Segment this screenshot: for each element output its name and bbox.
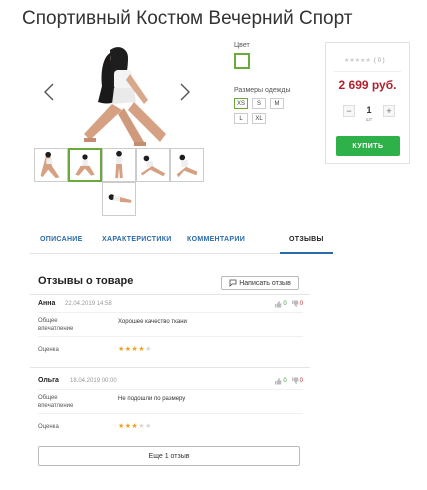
buy-box: ★★★★★( 0 ) 2 699 руб. − 1 шт + КУПИТЬ bbox=[325, 42, 410, 164]
product-options: Цвет Размеры одежды XS S M L XL bbox=[234, 42, 319, 124]
chevron-right-icon bbox=[180, 83, 190, 101]
divider bbox=[30, 294, 310, 295]
more-reviews-button[interactable]: Еще 1 отзыв bbox=[38, 446, 300, 466]
gallery-thumbnail[interactable] bbox=[136, 148, 170, 182]
color-swatch[interactable] bbox=[234, 53, 250, 69]
like-count: 0 bbox=[283, 378, 287, 384]
product-tabs: ОПИСАНИЕ ХАРАКТЕРИСТИКИ КОММЕНТАРИИ ОТЗЫ… bbox=[30, 226, 333, 254]
gallery-next-arrow[interactable] bbox=[178, 82, 192, 102]
active-tab-indicator bbox=[280, 252, 333, 254]
impression-label: Общее впечатление bbox=[38, 395, 74, 409]
rating-label: Оценка bbox=[38, 347, 59, 353]
reviews-title: Отзывы о товаре bbox=[38, 275, 134, 287]
dislike-count: 0 bbox=[299, 378, 303, 384]
chevron-left-icon bbox=[44, 83, 54, 101]
size-option-m[interactable]: M bbox=[270, 98, 284, 109]
write-review-label: Написать отзыв bbox=[239, 279, 291, 287]
gallery-thumbnail[interactable] bbox=[102, 148, 136, 182]
size-option-s[interactable]: S bbox=[252, 98, 266, 109]
review-author: Ольга bbox=[38, 377, 59, 384]
review-votes: 0 0 bbox=[274, 377, 303, 385]
size-option-l[interactable]: L bbox=[234, 113, 248, 124]
quantity-increase-button[interactable]: + bbox=[383, 105, 395, 117]
impression-value: Хорошее качество ткани bbox=[118, 319, 187, 325]
star-filled: ★★★ bbox=[118, 423, 139, 430]
divider bbox=[38, 336, 303, 337]
review-date: 18.04.2019 00:00 bbox=[70, 378, 117, 384]
gallery-thumbnail[interactable] bbox=[170, 148, 204, 182]
divider bbox=[38, 413, 303, 414]
gallery-thumbnail[interactable] bbox=[68, 148, 102, 182]
tab-reviews[interactable]: ОТЗЫВЫ bbox=[289, 236, 324, 243]
tab-specifications[interactable]: ХАРАКТЕРИСТИКИ bbox=[102, 236, 172, 243]
review-item: Ольга 18.04.2019 00:00 0 0 Общее впечатл… bbox=[38, 377, 303, 447]
quantity-unit: шт bbox=[365, 117, 373, 123]
buy-button[interactable]: КУПИТЬ bbox=[336, 136, 400, 156]
like-button[interactable]: 0 bbox=[274, 300, 287, 308]
speech-bubble-icon bbox=[229, 279, 237, 287]
product-gallery bbox=[34, 40, 204, 220]
size-option-xs[interactable]: XS bbox=[234, 98, 248, 109]
review-rating-stars: ★★★★★ bbox=[118, 345, 152, 353]
divider bbox=[38, 389, 303, 390]
rating-count: ( 0 ) bbox=[373, 58, 385, 64]
quantity-value[interactable]: 1 bbox=[359, 105, 379, 115]
tab-comments[interactable]: КОММЕНТАРИИ bbox=[187, 236, 245, 243]
rating-label: Оценка bbox=[38, 424, 59, 430]
size-selector: XS S M L XL bbox=[234, 98, 294, 124]
dislike-button[interactable]: 0 bbox=[291, 377, 303, 385]
rating-stars: ★★★★★ bbox=[344, 58, 371, 64]
divider bbox=[334, 71, 401, 72]
thumbs-up-icon bbox=[275, 378, 282, 385]
star-empty: ★ bbox=[145, 346, 152, 353]
thumbs-up-icon bbox=[275, 301, 282, 308]
main-product-photo[interactable] bbox=[74, 42, 174, 150]
impression-label: Общее впечатление bbox=[38, 318, 74, 332]
divider bbox=[30, 367, 310, 368]
quantity-decrease-button[interactable]: − bbox=[343, 105, 355, 117]
review-rating-stars: ★★★★★ bbox=[118, 422, 152, 430]
impression-value: Не подошли по размеру bbox=[118, 396, 186, 402]
write-review-button[interactable]: Написать отзыв bbox=[221, 276, 299, 290]
gallery-prev-arrow[interactable] bbox=[42, 82, 56, 102]
color-label: Цвет bbox=[234, 42, 250, 49]
gallery-thumbnail[interactable] bbox=[102, 182, 136, 216]
sizes-label: Размеры одежды bbox=[234, 87, 291, 94]
review-author: Анна bbox=[38, 300, 56, 307]
size-option-xl[interactable]: XL bbox=[252, 113, 266, 124]
gallery-thumbnail[interactable] bbox=[34, 148, 68, 182]
review-votes: 0 0 bbox=[274, 300, 303, 308]
product-price: 2 699 руб. bbox=[338, 78, 397, 92]
like-button[interactable]: 0 bbox=[274, 377, 287, 385]
thumbs-down-icon bbox=[291, 300, 299, 307]
product-title: Спортивный Костюм Вечерний Спорт bbox=[22, 8, 353, 29]
star-empty: ★★ bbox=[138, 423, 152, 430]
thumbs-down-icon bbox=[291, 377, 299, 384]
review-date: 22.04.2019 14:58 bbox=[65, 301, 112, 307]
dislike-button[interactable]: 0 bbox=[291, 300, 303, 308]
star-filled: ★★★★ bbox=[118, 346, 146, 353]
tab-description[interactable]: ОПИСАНИЕ bbox=[40, 236, 83, 243]
review-item: Анна 22.04.2019 14:58 0 0 Общее впечатле… bbox=[38, 300, 303, 370]
like-count: 0 bbox=[283, 301, 287, 307]
product-rating: ★★★★★( 0 ) bbox=[344, 57, 385, 64]
dislike-count: 0 bbox=[299, 301, 303, 307]
divider bbox=[38, 312, 303, 313]
quantity-stepper: − 1 шт + bbox=[341, 105, 396, 123]
